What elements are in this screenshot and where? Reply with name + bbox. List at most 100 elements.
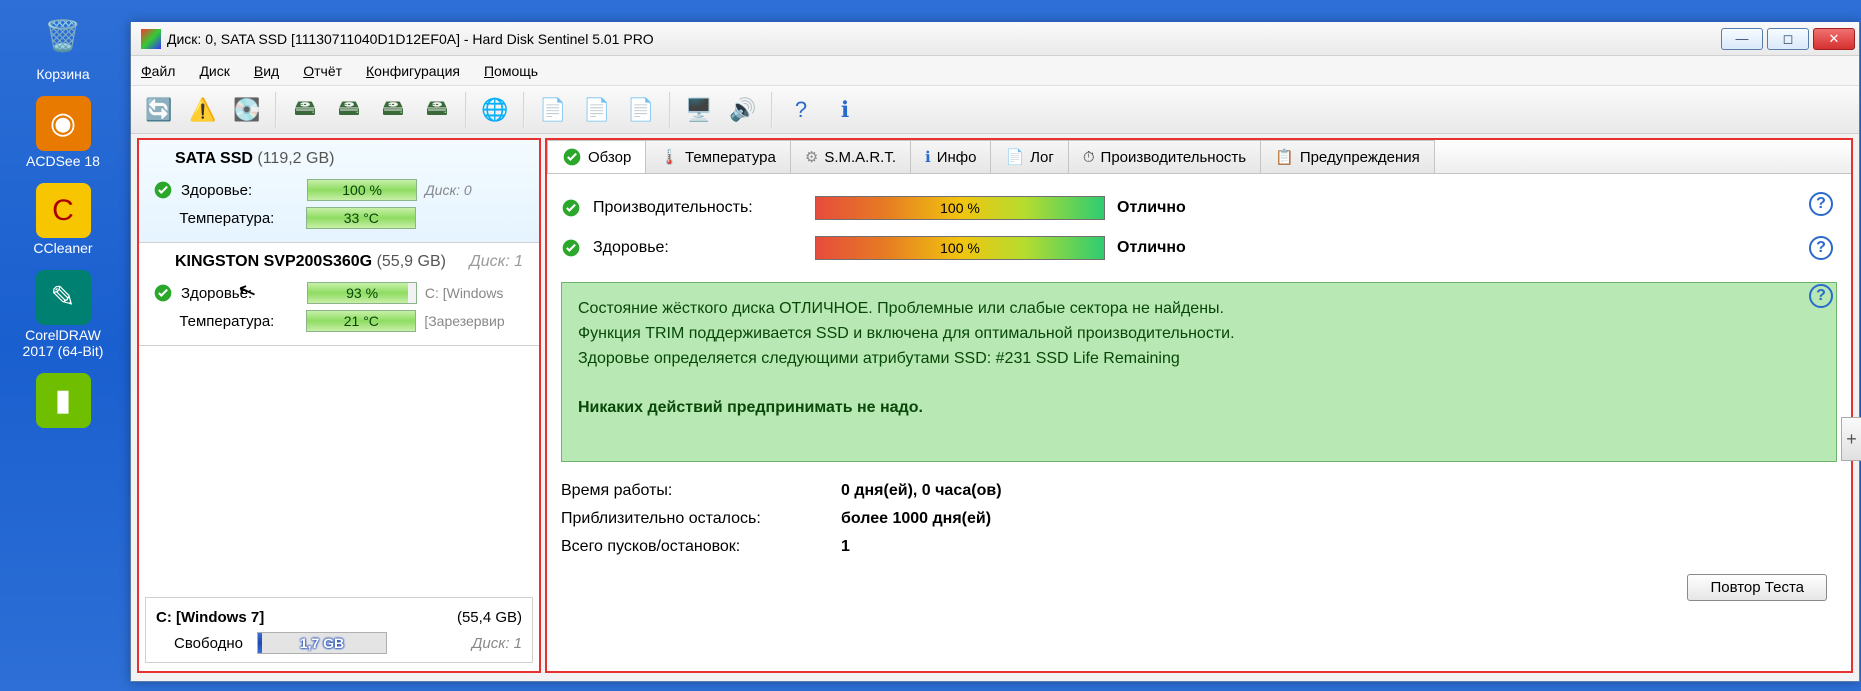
desktop-icon-label: CCleaner: [33, 240, 92, 256]
health-bar: 93 %: [307, 282, 416, 304]
menu-view[interactable]: Вид: [254, 63, 279, 79]
toolbar: 🔄 ⚠️ 💽 🖴 🖴 🖴 🖴 🌐 📄 📄 📄 🖥️ 🔊 ? ℹ: [131, 86, 1859, 134]
trash-icon: 🗑️: [36, 9, 91, 64]
disk-card-0[interactable]: SATA SSD (119,2 GB) Здоровье: 100 % Диск…: [139, 140, 539, 243]
desktop-icon-label: CorelDRAW 2017 (64-Bit): [8, 327, 118, 359]
titlebar[interactable]: Диск: 0, SATA SSD [11130711040D1D12EF0A]…: [131, 22, 1859, 56]
content-area: SATA SSD (119,2 GB) Здоровье: 100 % Диск…: [131, 134, 1859, 681]
maximize-button[interactable]: ◻: [1767, 28, 1809, 50]
volume-card[interactable]: C: [Windows 7] (55,4 GB) Свободно 1,7 GB…: [145, 597, 533, 663]
tool-info[interactable]: ℹ: [825, 90, 865, 130]
tool-warn[interactable]: ⚠️: [183, 90, 223, 130]
toolbar-separator: [771, 92, 773, 128]
retest-button[interactable]: Повтор Теста: [1687, 574, 1827, 601]
temp-bar: 33 °C: [306, 207, 416, 229]
help-button[interactable]: ?: [1809, 236, 1833, 260]
tool-disk[interactable]: 💽: [227, 90, 267, 130]
tool-refresh[interactable]: 🔄: [139, 90, 179, 130]
tab-bar: Обзор 🌡️ Температура ⚙ S.M.A.R.T. ℹ Инфо…: [547, 140, 1851, 174]
tab-log[interactable]: 📄 Лог: [990, 140, 1068, 173]
app-window: Диск: 0, SATA SSD [11130711040D1D12EF0A]…: [130, 22, 1860, 682]
chip-icon: ⚙: [805, 148, 818, 166]
menu-report[interactable]: Отчёт: [303, 63, 342, 79]
desktop-icon-other[interactable]: ▮: [8, 369, 118, 438]
health-label: Здоровье:: [181, 182, 299, 199]
desktop-icon-acdsee[interactable]: ◉ ACDSee 18: [8, 92, 118, 179]
tool-doc2[interactable]: 📄: [577, 90, 617, 130]
tool-a[interactable]: 🖴: [285, 90, 325, 130]
temp-label: Температура:: [179, 210, 298, 227]
disks-panel: SATA SSD (119,2 GB) Здоровье: 100 % Диск…: [137, 138, 541, 673]
broom-icon: C: [36, 183, 91, 238]
status-text: Состояние жёсткого диска ОТЛИЧНОЕ. Пробл…: [561, 282, 1837, 462]
overview-pane: ? ? ? Производительность: 100 % Отлично …: [547, 174, 1851, 671]
tool-doc1[interactable]: 📄: [533, 90, 573, 130]
tab-temperature[interactable]: 🌡️ Температура: [645, 140, 791, 173]
app-icon: ▮: [36, 373, 91, 428]
tool-d[interactable]: 🖴: [417, 90, 457, 130]
expand-button[interactable]: +: [1841, 417, 1861, 461]
metric-health: Здоровье: 100 % Отлично: [561, 228, 1837, 268]
warn-icon: 📋: [1275, 148, 1294, 166]
disk-title: SATA SSD (119,2 GB): [175, 150, 527, 168]
help-button[interactable]: ?: [1809, 284, 1833, 308]
tool-globe[interactable]: 🌐: [475, 90, 515, 130]
health-label: Здоровье:: [181, 285, 299, 302]
drive-letter: C: [Windows: [425, 285, 525, 301]
disk-title: KINGSTON SVP200S360G (55,9 GB) Диск: 1: [175, 253, 527, 271]
tool-c[interactable]: 🖴: [373, 90, 413, 130]
close-button[interactable]: ✕: [1813, 28, 1855, 50]
tool-sound[interactable]: 🔊: [723, 90, 763, 130]
desktop-icon-bin[interactable]: 🗑️ Корзина: [8, 5, 118, 92]
tool-help[interactable]: ?: [781, 90, 821, 130]
tab-info[interactable]: ℹ Инфо: [910, 140, 991, 173]
stat-label: Всего пусков/остановок:: [561, 538, 841, 566]
perf-bar: 100 %: [815, 196, 1105, 220]
tool-monitor[interactable]: 🖥️: [679, 90, 719, 130]
desktop-icon-label: Корзина: [36, 66, 89, 82]
perf-rating: Отлично: [1117, 199, 1297, 217]
tab-overview[interactable]: Обзор: [547, 140, 646, 173]
tab-warnings[interactable]: 📋 Предупреждения: [1260, 140, 1435, 173]
temp-bar: 21 °C: [306, 310, 416, 332]
desktop-icon-ccleaner[interactable]: C CCleaner: [8, 179, 118, 266]
menu-help[interactable]: Помощь: [484, 63, 538, 79]
free-bar: 1,7 GB: [257, 632, 387, 654]
volume-diskidx: Диск: 1: [472, 635, 522, 652]
desktop-icon-coreldraw[interactable]: ✎ CorelDRAW 2017 (64-Bit): [8, 266, 118, 369]
toolbar-separator: [275, 92, 277, 128]
metric-performance: Производительность: 100 % Отлично: [561, 188, 1837, 228]
tab-performance[interactable]: ⏱ Производительность: [1068, 140, 1261, 173]
menu-config[interactable]: Конфигурация: [366, 63, 460, 79]
toolbar-separator: [465, 92, 467, 128]
stats-block: Время работы:0 дня(ей), 0 часа(ов) Прибл…: [561, 482, 1837, 566]
tool-b[interactable]: 🖴: [329, 90, 369, 130]
tool-doc3[interactable]: 📄: [621, 90, 661, 130]
minimize-button[interactable]: ―: [1721, 28, 1763, 50]
gauge-icon: ⏱: [1083, 149, 1095, 166]
tab-smart[interactable]: ⚙ S.M.A.R.T.: [790, 140, 911, 173]
menu-file[interactable]: Файл: [141, 63, 175, 79]
disk-index: Диск: 0: [425, 182, 525, 198]
desktop-icons: 🗑️ Корзина ◉ ACDSee 18 C CCleaner ✎ Core…: [8, 5, 118, 438]
spacer: [139, 346, 539, 593]
partition-hint: [Зарезервир: [424, 313, 525, 329]
app-logo-icon: [141, 29, 161, 49]
disk-card-1[interactable]: KINGSTON SVP200S360G (55,9 GB) Диск: 1 З…: [139, 243, 539, 346]
stat-value: 1: [841, 538, 850, 566]
menu-disk[interactable]: Диск: [199, 63, 229, 79]
check-icon: [153, 283, 173, 303]
draw-icon: ✎: [36, 270, 91, 325]
health-bar: 100 %: [815, 236, 1105, 260]
health-bar: 100 %: [307, 179, 416, 201]
perf-label: Производительность:: [593, 199, 803, 217]
thermometer-icon: 🌡️: [660, 148, 679, 166]
health-rating: Отлично: [1117, 239, 1297, 257]
check-icon: [153, 180, 173, 200]
volume-name: C: [Windows 7]: [156, 609, 264, 626]
help-button[interactable]: ?: [1809, 192, 1833, 216]
info-icon: ℹ: [925, 148, 931, 166]
check-icon: [561, 238, 581, 258]
stat-label: Приблизительно осталось:: [561, 510, 841, 538]
stat-value: 0 дня(ей), 0 часа(ов): [841, 482, 1002, 510]
